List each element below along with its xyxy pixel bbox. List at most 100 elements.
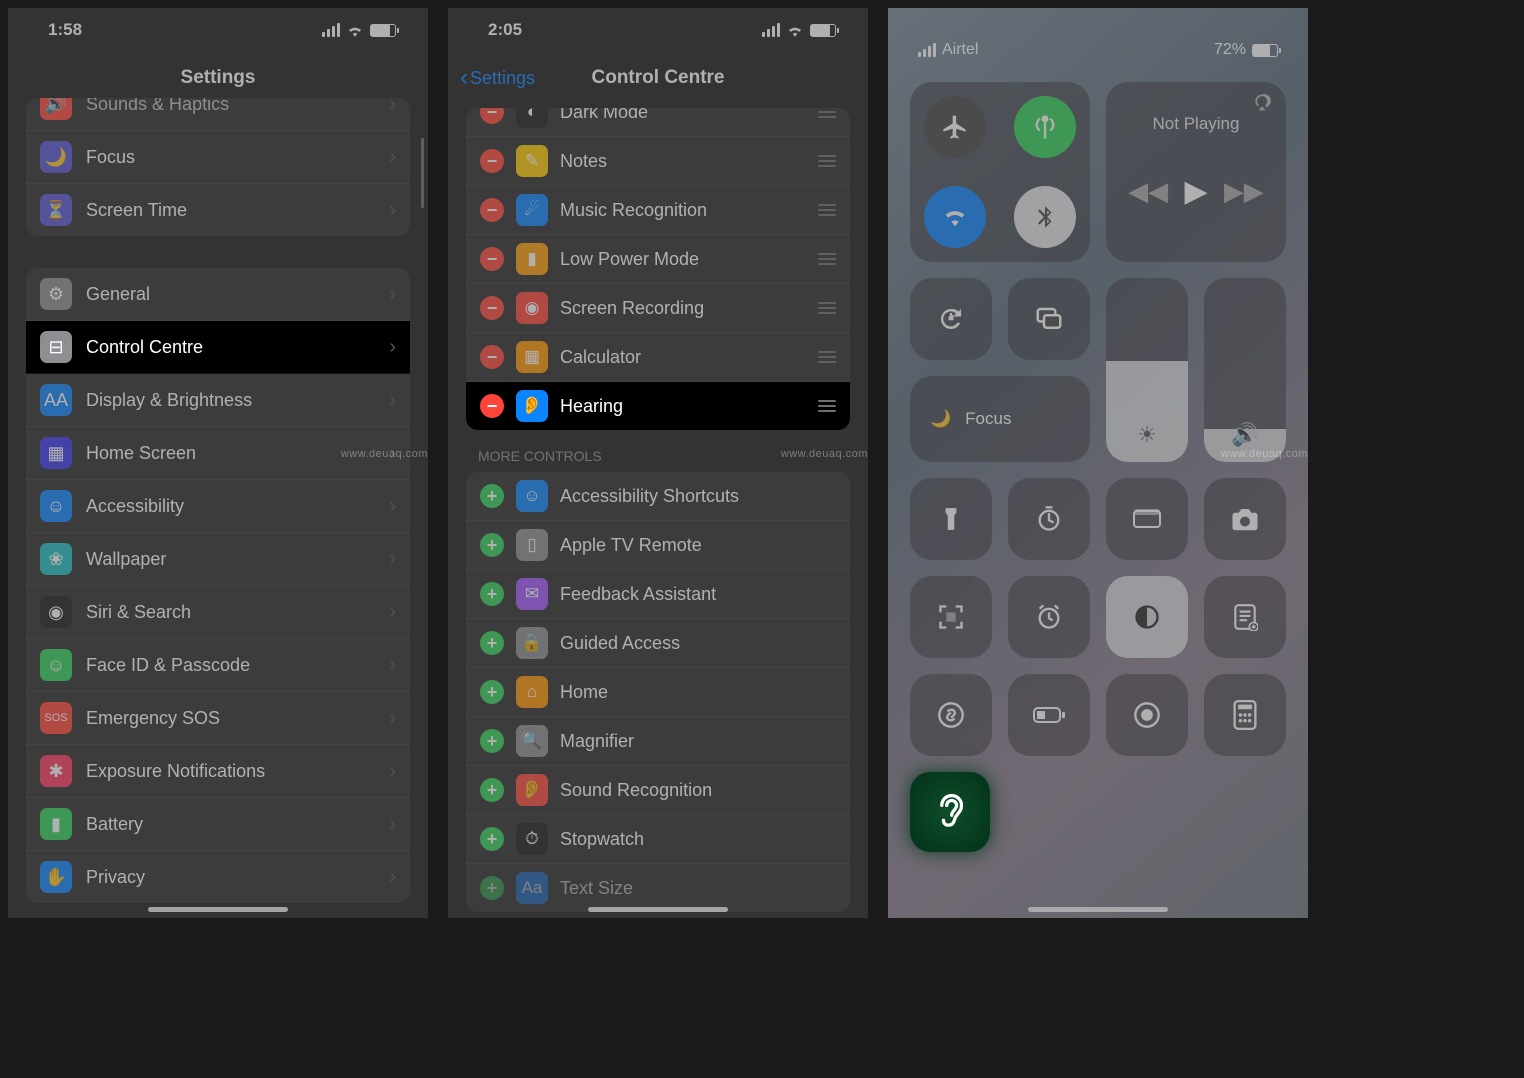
- alarm-button[interactable]: [1008, 576, 1090, 658]
- settings-row-control-centre[interactable]: ⊟Control Centre›: [26, 321, 410, 374]
- cc-row-icon: ⏱: [516, 823, 548, 855]
- cc-row-label: Guided Access: [560, 633, 836, 654]
- drag-handle[interactable]: [818, 108, 836, 118]
- camera-button[interactable]: [1204, 478, 1286, 560]
- settings-row-siri-search[interactable]: ◉Siri & Search›: [26, 586, 410, 639]
- settings-row-accessibility[interactable]: ☺Accessibility›: [26, 480, 410, 533]
- flashlight-icon: [938, 506, 964, 532]
- wifi-toggle[interactable]: [924, 186, 986, 248]
- add-button[interactable]: +: [480, 631, 504, 655]
- add-button[interactable]: +: [480, 876, 504, 900]
- cc-row-screen-recording: −◉Screen Recording: [466, 284, 850, 333]
- add-button[interactable]: +: [480, 729, 504, 753]
- cc-row-icon: ◐: [516, 108, 548, 128]
- drag-handle[interactable]: [818, 204, 836, 216]
- add-button[interactable]: +: [480, 827, 504, 851]
- nav-header: ‹ Settings Control Centre: [448, 52, 868, 104]
- low-power-button[interactable]: [1008, 674, 1090, 756]
- calculator-icon: [1233, 700, 1257, 730]
- settings-row-battery[interactable]: ▮Battery›: [26, 798, 410, 851]
- remove-button[interactable]: −: [480, 247, 504, 271]
- add-button[interactable]: +: [480, 582, 504, 606]
- bluetooth-toggle[interactable]: [1014, 186, 1076, 248]
- notes-button[interactable]: [1204, 576, 1286, 658]
- row-label: Emergency SOS: [86, 708, 375, 729]
- connectivity-group: [910, 82, 1090, 262]
- remove-button[interactable]: −: [480, 108, 504, 124]
- cellular-toggle[interactable]: [1014, 96, 1076, 158]
- drag-handle[interactable]: [818, 155, 836, 167]
- dark-mode-button[interactable]: [1106, 576, 1188, 658]
- prev-track-button[interactable]: ◀◀: [1128, 176, 1168, 207]
- remove-button[interactable]: −: [480, 198, 504, 222]
- status-bar: 1:58: [8, 8, 428, 52]
- add-button[interactable]: +: [480, 680, 504, 704]
- home-indicator[interactable]: [1028, 907, 1168, 912]
- watermark: www.deuaq.com: [781, 448, 868, 460]
- chevron-right-icon: ›: [389, 495, 396, 518]
- cc-row-label: Dark Mode: [560, 108, 806, 123]
- drag-handle[interactable]: [818, 351, 836, 363]
- brightness-slider[interactable]: ☀: [1106, 278, 1188, 462]
- shazam-button[interactable]: [910, 674, 992, 756]
- settings-row-privacy[interactable]: ✋Privacy›: [26, 851, 410, 903]
- calculator-button[interactable]: [1204, 674, 1286, 756]
- settings-row-face-id-passcode[interactable]: ☺Face ID & Passcode›: [26, 639, 410, 692]
- back-button[interactable]: ‹ Settings: [460, 66, 535, 90]
- airplane-toggle[interactable]: [924, 96, 986, 158]
- volume-slider[interactable]: 🔊: [1204, 278, 1286, 462]
- scrollbar[interactable]: [421, 138, 424, 208]
- home-indicator[interactable]: [148, 907, 288, 912]
- cc-row-icon: ✎: [516, 145, 548, 177]
- screen-mirroring-button[interactable]: [1008, 278, 1090, 360]
- chevron-right-icon: ›: [389, 336, 396, 359]
- add-button[interactable]: +: [480, 484, 504, 508]
- cc-row-text-size: +AaText Size: [466, 864, 850, 912]
- media-playback[interactable]: Not Playing ◀◀ ▶ ▶▶: [1106, 82, 1286, 262]
- dark-mode-icon: [1133, 603, 1161, 631]
- wifi-icon: [786, 23, 804, 37]
- remove-button[interactable]: −: [480, 149, 504, 173]
- next-track-button[interactable]: ▶▶: [1224, 176, 1264, 207]
- qr-scanner-button[interactable]: [910, 576, 992, 658]
- airplay-icon[interactable]: [1252, 92, 1272, 112]
- focus-button[interactable]: 🌙 Focus: [910, 376, 1090, 462]
- remove-button[interactable]: −: [480, 296, 504, 320]
- remove-button[interactable]: −: [480, 394, 504, 418]
- add-button[interactable]: +: [480, 778, 504, 802]
- add-button[interactable]: +: [480, 533, 504, 557]
- settings-row-focus[interactable]: 🌙Focus›: [26, 131, 410, 184]
- drag-handle[interactable]: [818, 253, 836, 265]
- settings-row-emergency-sos[interactable]: SOSEmergency SOS›: [26, 692, 410, 745]
- cc-row-label: Music Recognition: [560, 200, 806, 221]
- settings-row-wallpaper[interactable]: ❀Wallpaper›: [26, 533, 410, 586]
- screen-record-button[interactable]: [1106, 674, 1188, 756]
- cc-row-label: Feedback Assistant: [560, 584, 836, 605]
- settings-row-general[interactable]: ⚙︎General›: [26, 268, 410, 321]
- row-icon: ⊟: [40, 331, 72, 363]
- cc-row-icon: ▮: [516, 243, 548, 275]
- settings-row-screen-time[interactable]: ⏳Screen Time›: [26, 184, 410, 236]
- cellular-icon: [762, 23, 780, 37]
- hearing-button[interactable]: [910, 772, 990, 852]
- status-time: 2:05: [488, 20, 522, 40]
- play-button[interactable]: ▶: [1184, 174, 1207, 209]
- home-indicator[interactable]: [588, 907, 728, 912]
- cc-row-label: Accessibility Shortcuts: [560, 486, 836, 507]
- included-controls: −◐Dark Mode−✎Notes−☄Music Recognition−▮L…: [448, 108, 868, 430]
- orientation-lock-button[interactable]: [910, 278, 992, 360]
- wallet-button[interactable]: [1106, 478, 1188, 560]
- cc-row-label: Hearing: [560, 396, 806, 417]
- row-label: Face ID & Passcode: [86, 655, 375, 676]
- row-icon: ⏳: [40, 194, 72, 226]
- timer-button[interactable]: [1008, 478, 1090, 560]
- flashlight-button[interactable]: [910, 478, 992, 560]
- settings-row-display-brightness[interactable]: AADisplay & Brightness›: [26, 374, 410, 427]
- settings-row-exposure-notifications[interactable]: ✱Exposure Notifications›: [26, 745, 410, 798]
- volume-icon: 🔊: [1231, 422, 1258, 448]
- drag-handle[interactable]: [818, 302, 836, 314]
- remove-button[interactable]: −: [480, 345, 504, 369]
- cc-row-label: Text Size: [560, 878, 836, 899]
- drag-handle[interactable]: [818, 400, 836, 412]
- chevron-right-icon: ›: [389, 283, 396, 306]
